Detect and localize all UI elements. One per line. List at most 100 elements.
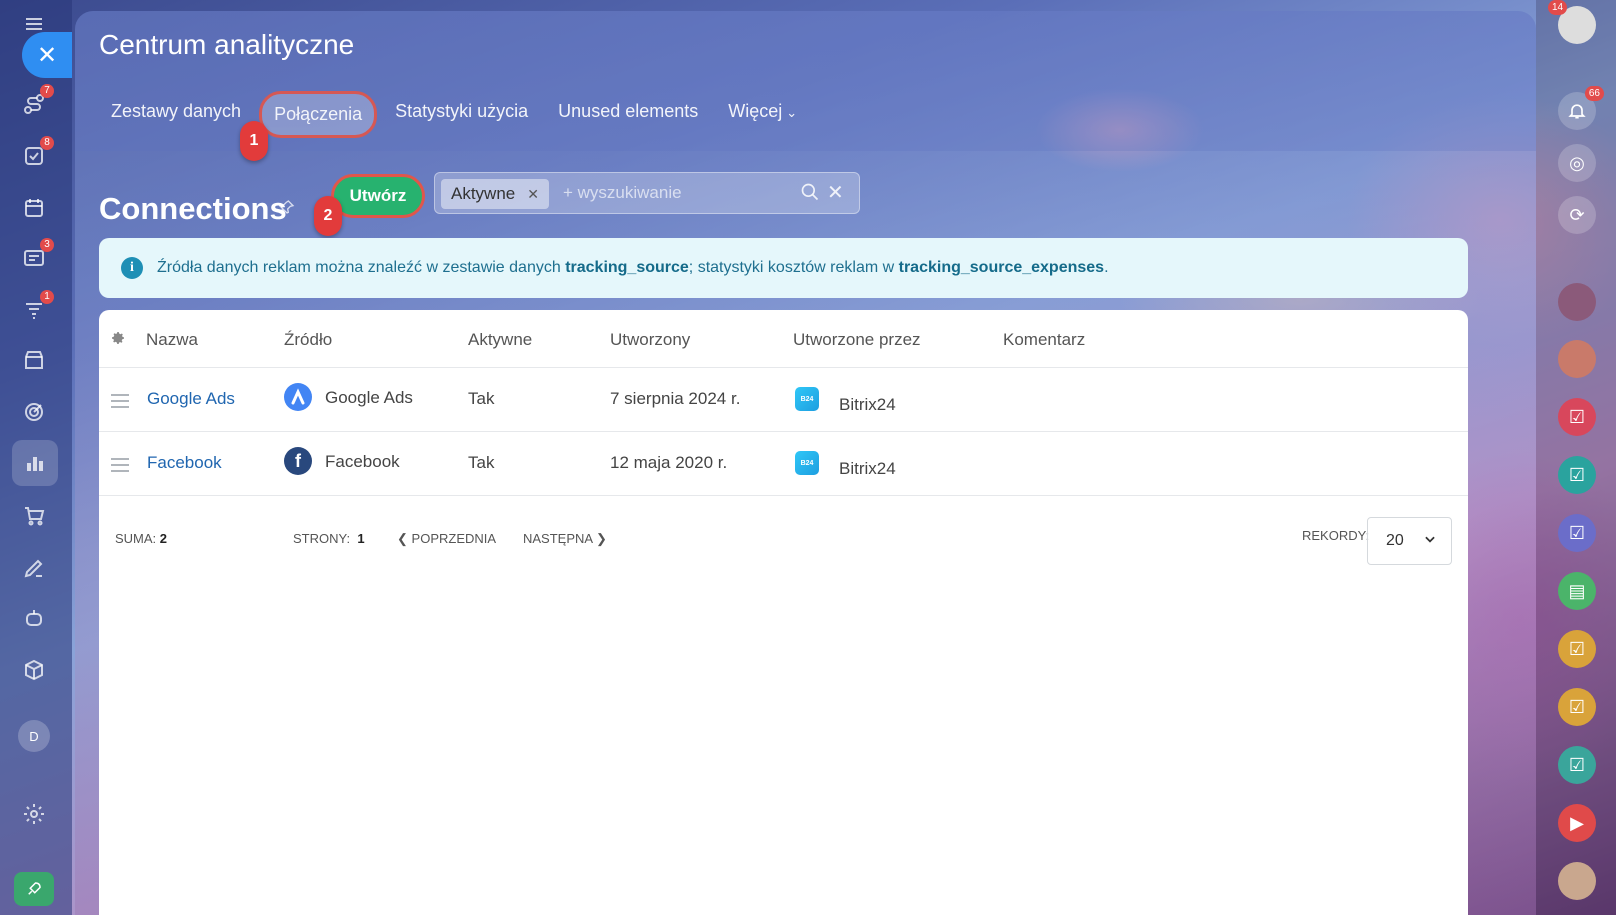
- column-header-name[interactable]: Nazwa: [146, 330, 198, 350]
- search-input[interactable]: + wyszukiwanie: [563, 183, 682, 203]
- pen-icon: [24, 559, 43, 578]
- tab-connections[interactable]: Połączenia: [259, 91, 378, 138]
- store-icon: [25, 351, 43, 369]
- task-chat-icon[interactable]: ☑: [1558, 514, 1596, 552]
- tab-datasets[interactable]: Zestawy danych: [99, 91, 253, 138]
- app-title: Centrum analityczne: [99, 29, 355, 60]
- badge: 7: [40, 84, 54, 98]
- rocket-button[interactable]: [14, 872, 54, 906]
- sidebar-item-tasks[interactable]: 8: [18, 136, 54, 172]
- drag-handle-icon[interactable]: [111, 458, 129, 472]
- chat-avatar[interactable]: [1558, 283, 1596, 321]
- close-icon: ✕: [36, 41, 58, 69]
- chat-avatar[interactable]: [1558, 862, 1596, 900]
- spiral-icon: ◎: [1569, 152, 1585, 173]
- robot-icon: [26, 610, 42, 626]
- sidebar-item-funnel[interactable]: 1: [18, 290, 54, 326]
- sidebar-item-crm[interactable]: 3: [18, 238, 54, 274]
- sidebar-item-sign[interactable]: [18, 552, 50, 584]
- remove-filter-icon[interactable]: ✕: [527, 186, 539, 203]
- sidebar-item-shop[interactable]: [18, 500, 50, 532]
- calendar-icon: [25, 199, 43, 217]
- tab-unused-elements[interactable]: Unused elements: [546, 91, 710, 138]
- step-marker-1: 1: [240, 121, 268, 161]
- user-avatar[interactable]: 14: [1548, 0, 1596, 44]
- table-row[interactable]: Google Ads Google Ads Tak 7 sierpnia 202…: [99, 368, 1468, 432]
- sidebar-item-copilot[interactable]: [18, 602, 50, 634]
- total-count: SUMA: 2: [115, 531, 167, 546]
- task-chat-icon[interactable]: ☑: [1558, 398, 1596, 436]
- connection-name-link[interactable]: Facebook: [147, 453, 222, 473]
- drag-handle-icon[interactable]: [111, 394, 129, 408]
- author-name[interactable]: Bitrix24: [839, 459, 896, 479]
- sidebar-item-marketing[interactable]: [18, 396, 50, 428]
- task-chat-icon[interactable]: ☑: [1558, 746, 1596, 784]
- avatar[interactable]: D: [18, 720, 50, 752]
- column-header-active[interactable]: Aktywne: [468, 330, 532, 350]
- sidebar-item-store[interactable]: [18, 344, 50, 376]
- next-label: NASTĘPNA: [523, 531, 593, 546]
- facebook-icon: f: [284, 447, 312, 475]
- sidebar-item-calendar[interactable]: [18, 192, 50, 224]
- copilot-button[interactable]: ◎: [1558, 144, 1596, 182]
- doc-chat-icon[interactable]: ▤: [1558, 572, 1596, 610]
- pages-info: STRONY: 1: [293, 531, 365, 546]
- current-page[interactable]: 1: [357, 531, 364, 546]
- column-header-comment[interactable]: Komentarz: [1003, 330, 1085, 350]
- tab-more[interactable]: Więcej ⌄: [716, 91, 809, 138]
- tab-more-label: Więcej: [728, 101, 783, 121]
- search-history-button[interactable]: ⟳: [1558, 196, 1596, 234]
- tab-usage-stats[interactable]: Statystyki użycia: [383, 91, 540, 138]
- close-slider-button[interactable]: ✕: [22, 32, 72, 78]
- info-text-part: Źródła danych reklam można znaleźć w zes…: [157, 259, 566, 276]
- created-date: 12 maja 2020 r.: [610, 453, 728, 472]
- total-value: 2: [159, 531, 168, 546]
- bitrix24-icon: B24: [795, 451, 819, 475]
- task-chat-icon[interactable]: ☑: [1558, 688, 1596, 726]
- connection-name-link[interactable]: Google Ads: [147, 389, 235, 409]
- search-icon[interactable]: [800, 182, 820, 207]
- total-label: SUMA:: [115, 531, 157, 546]
- video-chat-icon[interactable]: ▶: [1558, 804, 1596, 842]
- dataset-link-tracking-source-expenses[interactable]: tracking_source_expenses: [899, 259, 1104, 276]
- rocket-icon: [28, 882, 41, 895]
- clear-icon[interactable]: ✕: [827, 180, 844, 205]
- google-ads-icon: [284, 383, 312, 411]
- column-header-created[interactable]: Utworzony: [610, 330, 690, 350]
- badge: 66: [1584, 86, 1604, 101]
- filter-tag-active[interactable]: Aktywne ✕: [441, 179, 549, 209]
- table-row[interactable]: Facebook f Facebook Tak 12 maja 2020 r. …: [99, 432, 1468, 496]
- column-header-created-by[interactable]: Utworzone przez: [793, 330, 921, 350]
- gear-icon[interactable]: [110, 330, 126, 351]
- next-page-button[interactable]: NASTĘPNA ❯: [523, 531, 607, 547]
- sidebar-item-feed[interactable]: 7: [18, 84, 54, 120]
- chevron-right-icon: ❯: [595, 531, 607, 546]
- records-per-page-select[interactable]: 20: [1367, 517, 1452, 565]
- cart-icon: [25, 507, 45, 526]
- prev-page-button[interactable]: ❮ POPRZEDNIA: [397, 531, 496, 547]
- author-name[interactable]: Bitrix24: [839, 395, 896, 415]
- notifications-button[interactable]: 66: [1558, 86, 1604, 130]
- right-sidebar: 14 66 ◎ ⟳ ☑ ☑ ☑ ▤ ☑ ☑ ☑ ▶: [1536, 0, 1616, 915]
- page-title: Connections: [99, 191, 287, 226]
- dataset-link-tracking-source[interactable]: tracking_source: [565, 259, 689, 276]
- tab-bar: Zestawy danych Połączenia Statystyki uży…: [99, 91, 815, 138]
- badge: 3: [40, 238, 54, 252]
- task-chat-icon[interactable]: ☑: [1558, 630, 1596, 668]
- sidebar-item-inventory[interactable]: [18, 654, 50, 686]
- sidebar-item-settings[interactable]: [18, 798, 50, 830]
- step-marker-2: 2: [314, 196, 342, 236]
- task-chat-icon[interactable]: ☑: [1558, 456, 1596, 494]
- chat-avatar[interactable]: [1558, 340, 1596, 378]
- box-icon: [25, 659, 43, 681]
- column-header-source[interactable]: Źródło: [284, 330, 332, 350]
- info-text-part: ; statystyki kosztów reklam w: [688, 259, 899, 276]
- filter-search-field[interactable]: Aktywne ✕ + wyszukiwanie ✕: [434, 172, 860, 214]
- pages-label: STRONY:: [293, 531, 351, 546]
- pin-icon[interactable]: [278, 199, 295, 220]
- source-label: Facebook: [325, 452, 400, 471]
- badge: 1: [40, 290, 54, 304]
- gear-icon: [24, 804, 44, 824]
- sidebar-item-analytics[interactable]: [12, 440, 58, 486]
- create-button[interactable]: Utwórz: [331, 174, 425, 218]
